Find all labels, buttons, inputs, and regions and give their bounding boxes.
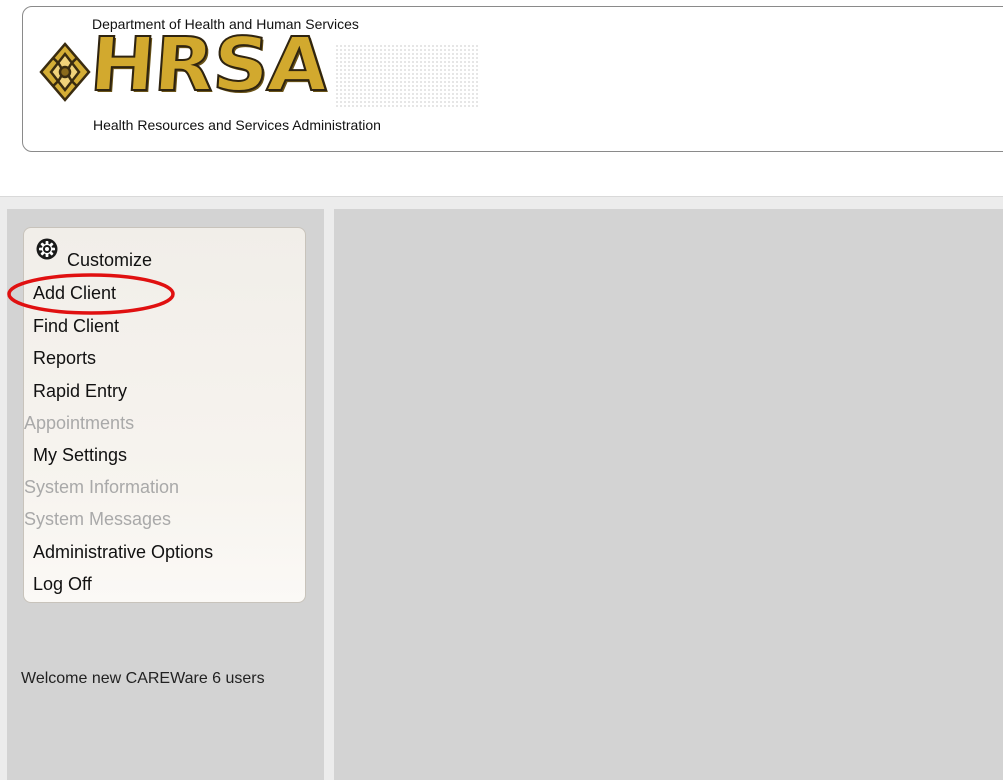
page: Department of Health and Human Services … xyxy=(0,0,1003,780)
logo-dot-pattern xyxy=(335,44,480,109)
welcome-message[interactable]: Welcome new CAREWare 6 users xyxy=(21,669,291,688)
hrsa-wordmark: HRSA xyxy=(86,21,331,109)
menu-item-administrative-options[interactable]: Administrative Options xyxy=(33,542,213,563)
menu-item-appointments: Appointments xyxy=(24,413,135,433)
gear-icon[interactable] xyxy=(36,238,58,260)
main-area: Customize Add Client Find Client Reports… xyxy=(0,196,1003,780)
navigation-menu: Customize Add Client Find Client Reports… xyxy=(23,227,306,603)
administration-text: Health Resources and Services Administra… xyxy=(93,117,381,133)
content-pane xyxy=(334,209,1003,780)
menu-item-system-messages: System Messages xyxy=(24,509,172,529)
menu-item-log-off[interactable]: Log Off xyxy=(33,574,92,595)
hrsa-emblem-icon xyxy=(39,42,91,102)
left-sidebar: Customize Add Client Find Client Reports… xyxy=(7,209,324,780)
customize-link[interactable]: Customize xyxy=(67,250,152,271)
menu-item-my-settings[interactable]: My Settings xyxy=(33,445,127,466)
menu-item-system-information: System Information xyxy=(24,477,180,497)
menu-item-reports[interactable]: Reports xyxy=(33,348,96,369)
hrsa-logo: Department of Health and Human Services … xyxy=(35,16,485,141)
menu-item-find-client[interactable]: Find Client xyxy=(33,316,119,337)
menu-item-rapid-entry[interactable]: Rapid Entry xyxy=(33,381,127,402)
menu-item-add-client[interactable]: Add Client xyxy=(33,283,116,304)
